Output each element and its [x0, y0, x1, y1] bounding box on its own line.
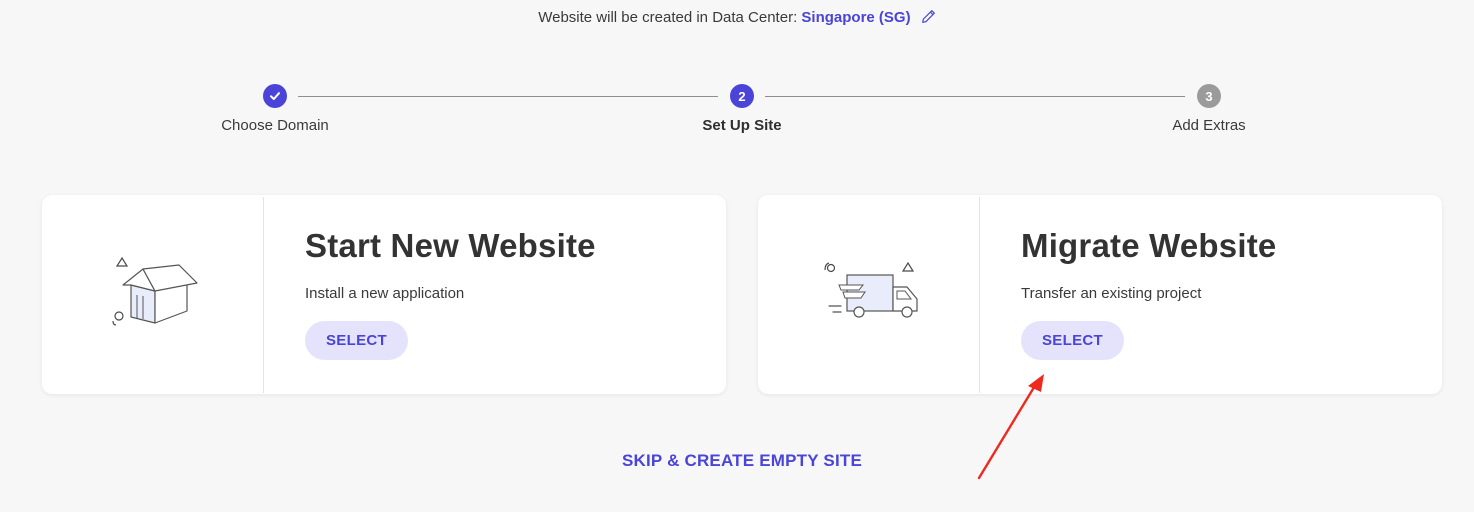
step-add-extras: 3 Add Extras	[1109, 84, 1309, 134]
step-set-up-site: 2 Set Up Site	[642, 84, 842, 134]
start-new-website-card[interactable]: Start New Website Install a new applicat…	[42, 195, 726, 394]
checkmark-icon	[263, 84, 287, 108]
pencil-icon[interactable]	[921, 9, 936, 28]
migrate-website-card[interactable]: Migrate Website Transfer an existing pro…	[758, 195, 1442, 394]
progress-stepper: Choose Domain 2 Set Up Site 3 Add Extras	[0, 84, 1474, 144]
data-center-value: Singapore (SG)	[801, 9, 911, 26]
step-label: Set Up Site	[702, 117, 782, 134]
card-description: Transfer an existing project	[1021, 285, 1202, 302]
annotation-arrow-icon	[977, 374, 1044, 480]
skip-create-empty-site-link[interactable]: SKIP & CREATE EMPTY SITE	[0, 451, 1474, 471]
step-number: 3	[1197, 84, 1221, 108]
step-choose-domain[interactable]: Choose Domain	[175, 84, 375, 134]
house-box-icon	[42, 197, 264, 393]
select-migrate-website-button[interactable]: SELECT	[1021, 321, 1124, 360]
card-description: Install a new application	[305, 285, 465, 302]
delivery-truck-icon	[758, 197, 980, 393]
step-label: Add Extras	[1172, 117, 1246, 134]
step-label: Choose Domain	[221, 117, 329, 134]
data-center-notice: Website will be created in Data Center: …	[0, 9, 1474, 28]
step-number: 2	[730, 84, 754, 108]
card-title: Start New Website	[305, 227, 596, 264]
select-new-website-button[interactable]: SELECT	[305, 321, 408, 360]
card-title: Migrate Website	[1021, 227, 1277, 264]
data-center-prefix: Website will be created in Data Center:	[538, 9, 798, 26]
